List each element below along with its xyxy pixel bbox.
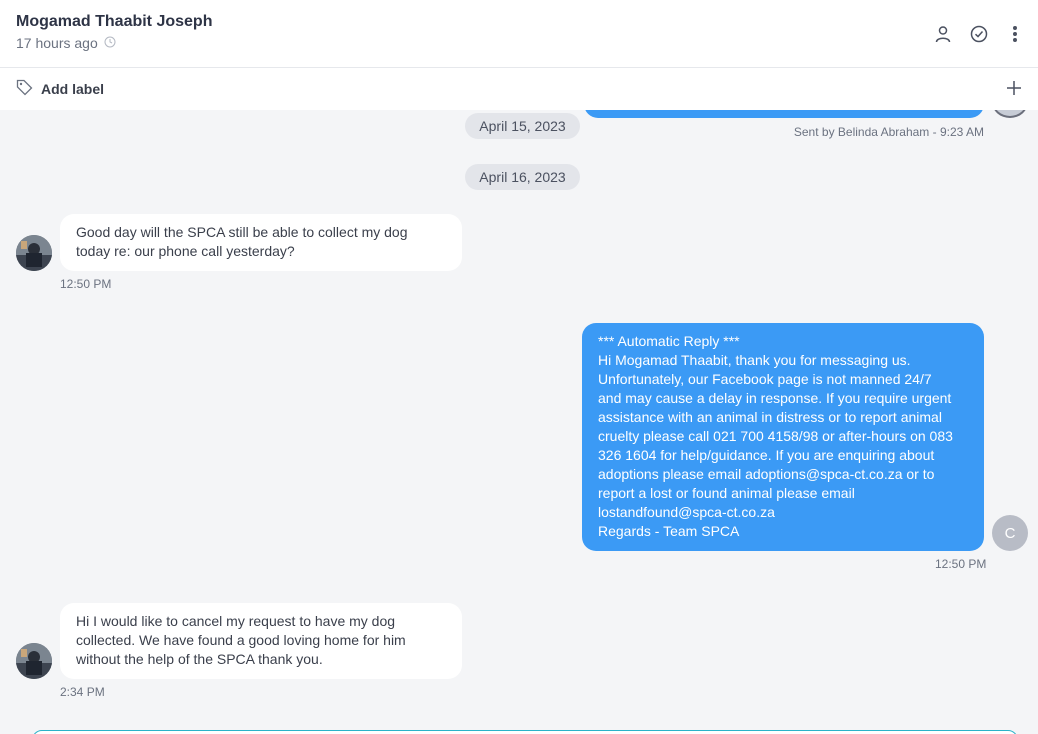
last-seen-text: 17 hours ago: [16, 35, 98, 51]
message-composer[interactable]: [32, 730, 1018, 734]
message-time: 12:50 PM: [60, 277, 112, 291]
date-separator: April 16, 2023: [465, 164, 580, 190]
more-vertical-icon[interactable]: [1005, 24, 1025, 44]
sent-by-label: Sent by Belinda Abraham - 9:23 AM: [793, 125, 984, 139]
chat-window: Mogamad Thaabit Joseph 17 hours ago Add …: [0, 0, 1038, 734]
message-time: 12:50 PM: [935, 557, 987, 571]
message-list[interactable]: Sent by Belinda Abraham - 9:23 AM April …: [0, 110, 1038, 734]
incoming-message-bubble: Hi I would like to cancel my request to …: [60, 603, 462, 679]
conversation-header: Mogamad Thaabit Joseph 17 hours ago: [0, 0, 1038, 68]
agent-avatar: [992, 110, 1028, 118]
add-label-text: Add label: [41, 81, 105, 97]
person-icon[interactable]: [933, 24, 953, 44]
contact-avatar[interactable]: [16, 235, 52, 271]
clock-icon: [104, 35, 116, 51]
outgoing-message-bubble: *** Automatic Reply *** Hi Mogamad Thaab…: [582, 323, 984, 551]
plus-icon[interactable]: [1004, 78, 1024, 98]
agent-avatar: C: [992, 515, 1028, 551]
label-bar: Add label: [0, 68, 1038, 110]
contact-avatar[interactable]: [16, 643, 52, 679]
incoming-message-bubble: Good day will the SPCA still be able to …: [60, 214, 462, 271]
add-label-button[interactable]: Add label: [16, 79, 104, 99]
message-time: 2:34 PM: [60, 685, 105, 699]
check-circle-icon[interactable]: [969, 24, 989, 44]
last-seen: 17 hours ago: [16, 35, 116, 51]
contact-name[interactable]: Mogamad Thaabit Joseph: [16, 13, 212, 31]
tag-icon: [16, 79, 33, 99]
date-separator: April 15, 2023: [465, 113, 580, 139]
outgoing-message-bubble: [584, 110, 984, 118]
